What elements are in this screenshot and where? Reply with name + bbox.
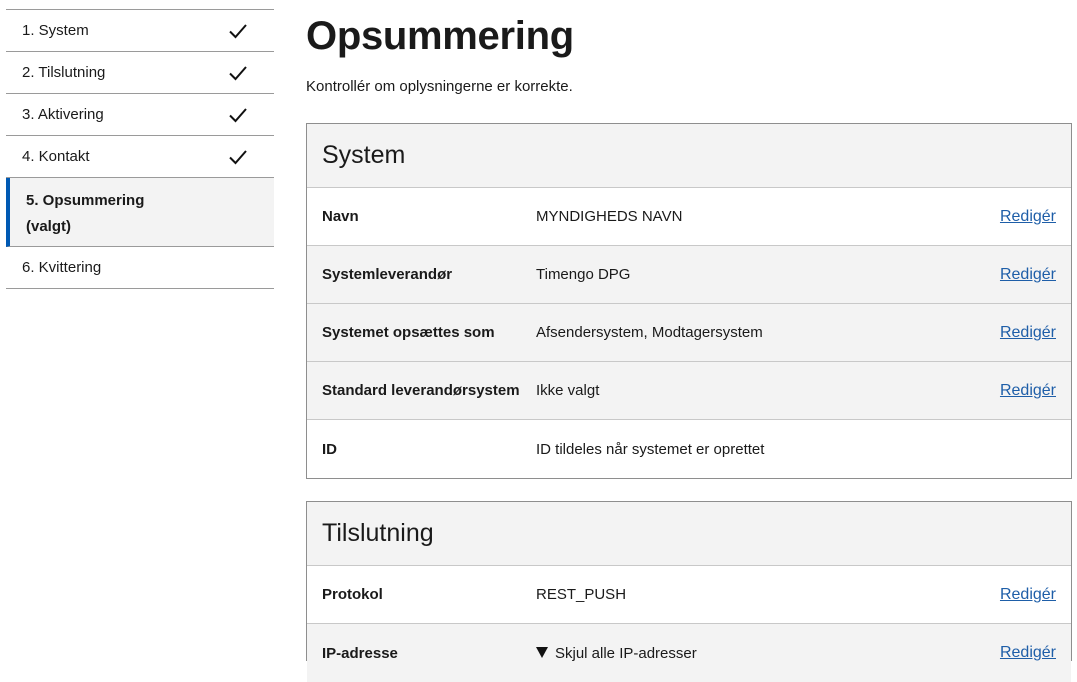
step-opsummering-current: 5. Opsummering (valgt): [6, 178, 274, 247]
row-value: Timengo DPG: [536, 266, 631, 283]
row-value: Afsendersystem, Modtagersystem: [536, 324, 763, 341]
row-key: Navn: [322, 208, 359, 225]
summary-row-navn: Navn MYNDIGHEDS NAVN Redigér: [307, 188, 1071, 246]
edit-link[interactable]: Redigér: [1000, 382, 1056, 400]
card-title: Tilslutning: [322, 519, 434, 547]
step-label: 2. Tilslutning: [22, 64, 106, 81]
step-kontakt[interactable]: 4. Kontakt: [6, 136, 274, 178]
connection-summary-card: Tilslutning Protokol REST_PUSH Redigér I…: [306, 501, 1072, 682]
step-navigation: 1. System 2. Tilslutning 3. Aktivering 4…: [6, 9, 274, 289]
summary-row-id: ID ID tildeles når systemet er oprettet: [307, 420, 1071, 478]
row-key: Systemleverandør: [322, 266, 453, 283]
summary-row-ip-adresse: IP-adresse Skjul alle IP-adresser Redigé…: [307, 624, 1071, 682]
row-value: REST_PUSH: [536, 586, 627, 603]
step-label: 1. System: [22, 22, 89, 39]
checkmark-icon: [229, 23, 247, 38]
step-system[interactable]: 1. System: [6, 10, 274, 52]
row-value: ID tildeles når systemet er oprettet: [536, 440, 765, 458]
page-title: Opsummering: [306, 14, 574, 58]
row-key: IP-adresse: [322, 644, 398, 662]
step-label: 4. Kontakt: [22, 148, 90, 165]
step-aktivering[interactable]: 3. Aktivering: [6, 94, 274, 136]
step-tilslutning[interactable]: 2. Tilslutning: [6, 52, 274, 94]
row-key: Protokol: [322, 586, 383, 603]
edit-link[interactable]: Redigér: [1000, 208, 1056, 226]
summary-row-systemet-opsaettes-som: Systemet opsættes som Afsendersystem, Mo…: [307, 304, 1071, 362]
row-value: MYNDIGHEDS NAVN: [536, 208, 683, 225]
edit-link[interactable]: Redigér: [1000, 586, 1056, 604]
card-header: System: [307, 124, 1071, 188]
checkmark-icon: [229, 65, 247, 80]
page-intro: Kontrollér om oplysningerne er korrekte.: [306, 78, 573, 95]
card-title: System: [322, 141, 406, 169]
card-header: Tilslutning: [307, 502, 1071, 566]
checkmark-icon: [229, 107, 247, 122]
summary-row-standard-leverandorsystem: Standard leverandørsystem Ikke valgt Red…: [307, 362, 1071, 420]
ip-toggle-label: Skjul alle IP-adresser: [555, 644, 697, 662]
edit-link[interactable]: Redigér: [1000, 324, 1056, 342]
row-key: ID: [322, 440, 337, 458]
summary-row-systemleverandor: Systemleverandør Timengo DPG Redigér: [307, 246, 1071, 304]
summary-row-protokol: Protokol REST_PUSH Redigér: [307, 566, 1071, 624]
row-value: Ikke valgt: [536, 382, 600, 399]
step-label: 5. Opsummering (valgt): [26, 192, 145, 235]
step-label: 3. Aktivering: [22, 106, 104, 123]
ip-toggle[interactable]: Skjul alle IP-adresser: [536, 645, 1071, 662]
step-kvittering: 6. Kvittering: [6, 247, 274, 289]
system-summary-card: System Navn MYNDIGHEDS NAVN Redigér Syst…: [306, 123, 1072, 479]
row-key: Standard leverandørsystem: [322, 382, 520, 399]
triangle-down-icon: [536, 646, 548, 658]
checkmark-icon: [229, 149, 247, 164]
row-key: Systemet opsættes som: [322, 324, 495, 341]
edit-link[interactable]: Redigér: [1000, 266, 1056, 284]
step-label: 6. Kvittering: [22, 259, 102, 276]
edit-link[interactable]: Redigér: [1000, 644, 1056, 662]
